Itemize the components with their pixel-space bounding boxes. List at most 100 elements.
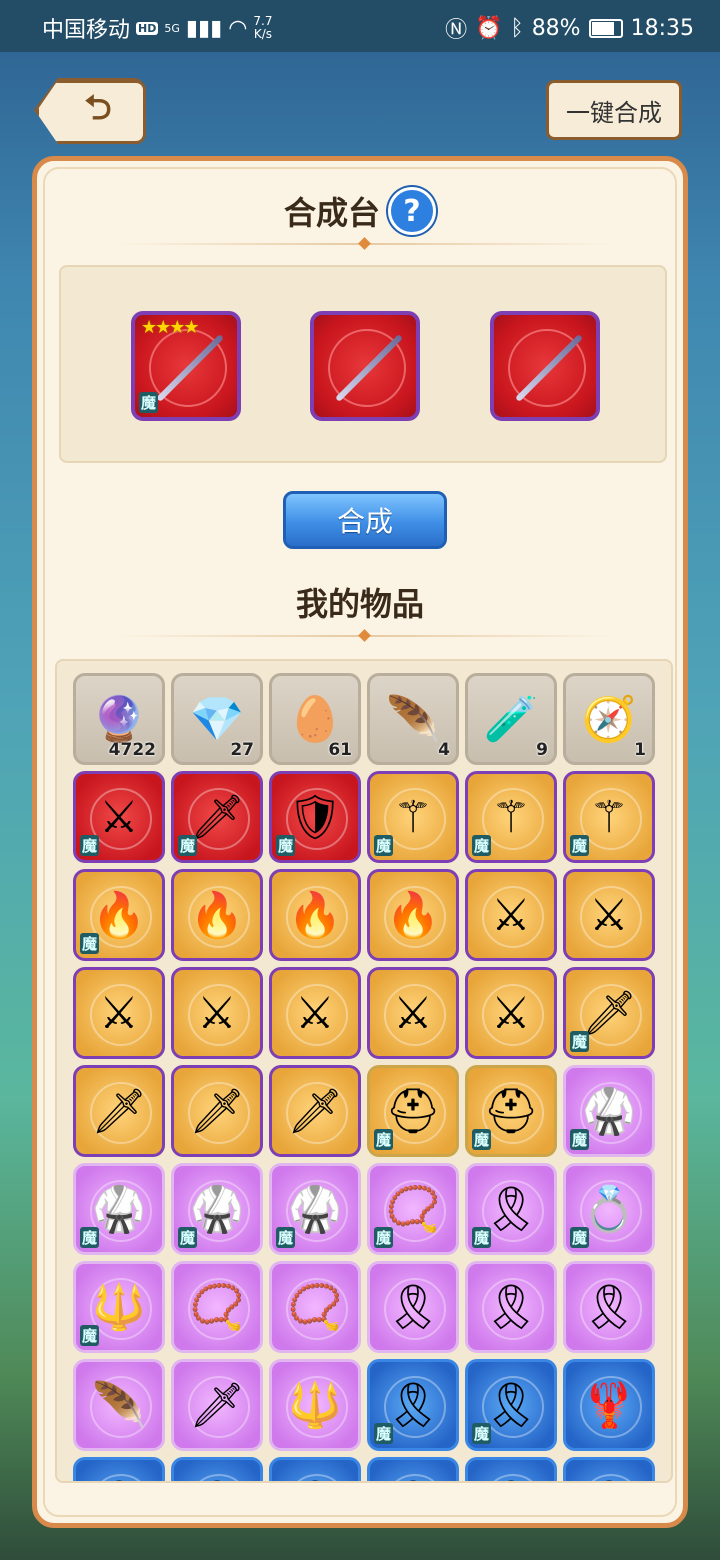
red-belt-icon: 🎗 <box>174 1460 260 1481</box>
onekey-synthesis-button[interactable]: 一键合成 <box>546 80 682 140</box>
equipment-slot[interactable]: 🪶 <box>73 1359 165 1451</box>
equipment-slot[interactable]: ⚔ <box>367 967 459 1059</box>
equipment-slot[interactable]: 🎗 魔 <box>465 1359 557 1451</box>
mo-badge: 魔 <box>178 1227 198 1248</box>
mo-badge: 魔 <box>472 1129 492 1150</box>
equipment-slot[interactable]: 🎗 魔 <box>367 1359 459 1451</box>
equipment-slot[interactable]: 📿 <box>171 1261 263 1353</box>
equipment-slot[interactable]: 🎗 <box>563 1261 655 1353</box>
equipment-slot[interactable]: 🥋 魔 <box>563 1065 655 1157</box>
equipment-slot[interactable]: 🎗 <box>563 1457 655 1481</box>
equipment-slot[interactable]: ⚚ 魔 <box>465 771 557 863</box>
material-slot[interactable]: 🥚 61 <box>269 673 361 765</box>
material-slot[interactable]: 💎 27 <box>171 673 263 765</box>
mo-badge: 魔 <box>80 835 100 856</box>
alarm-icon: ⏰ <box>475 15 503 41</box>
feather-blade-icon: 🪶 <box>91 1380 147 1431</box>
fang-necklace-icon: 📿 <box>189 1282 245 1333</box>
mo-badge: 魔 <box>472 1227 492 1248</box>
equipment-slot[interactable]: ⛑ 魔 <box>367 1065 459 1157</box>
crafting-title: 合成台 <box>283 194 380 232</box>
equipment-slot[interactable]: 🗡 <box>269 1065 361 1157</box>
mo-badge: 魔 <box>276 1227 296 1248</box>
mo-badge: 魔 <box>570 835 590 856</box>
status-right: Ⓝ ⏰ ᛒ 88% 18:35 <box>445 12 694 44</box>
mo-badge: 魔 <box>374 1423 394 1444</box>
equipment-slot[interactable]: 📿 <box>269 1261 361 1353</box>
inventory-grid: 🔮 4722 💎 27 🥚 61 🪶 4 🧪 9 🧭 1 ⚔ 魔 🗡 魔 🛡 魔 ⚚ 魔 ⚚ 魔 ⚚ 魔 🔥 魔 🔥 🔥 🔥 ⚔ ⚔ ⚔ ⚔ ⚔ ⚔… <box>73 673 657 1481</box>
red-belt-icon: 🎗 <box>566 1460 652 1481</box>
equipment-slot[interactable]: 🗡 <box>171 1065 263 1157</box>
crystal-staff-icon: 🔱 <box>287 1380 343 1431</box>
star-rating: ★★★★ <box>141 317 200 338</box>
crossed-blades-icon: ⚔ <box>589 889 629 941</box>
bluetooth-icon: ᛒ <box>510 15 524 41</box>
equipment-slot[interactable]: ⚚ 魔 <box>367 771 459 863</box>
red-belt-icon: 🎗 <box>272 1460 358 1481</box>
equipment-slot[interactable]: 🎗 <box>465 1457 557 1481</box>
equipment-slot[interactable]: ⚔ <box>465 967 557 1059</box>
equipment-slot[interactable]: ⚔ <box>563 869 655 961</box>
mo-badge: 魔 <box>80 1325 100 1346</box>
purple-sword-icon: 🗡 <box>287 1086 343 1137</box>
equipment-slot[interactable]: 🗡 <box>73 1065 165 1157</box>
equipment-slot[interactable]: 🎗 <box>73 1457 165 1481</box>
equipment-slot[interactable]: 🔥 <box>171 869 263 961</box>
equipment-slot[interactable]: 🔱 <box>269 1359 361 1451</box>
equipment-slot[interactable]: 🗡 <box>171 1359 263 1451</box>
equipment-slot[interactable]: 🎗 <box>465 1261 557 1353</box>
clock: 18:35 <box>630 15 694 41</box>
equipment-slot[interactable]: ⛑ 魔 <box>465 1065 557 1157</box>
equipment-slot[interactable]: ⚔ <box>171 967 263 1059</box>
synthesize-button[interactable]: 合成 <box>283 491 447 549</box>
equipment-slot[interactable]: 📿 魔 <box>367 1163 459 1255</box>
status-bar: 中国移动 HD 5G ▮▮▮ ◠ 7.7 K/s Ⓝ ⏰ ᛒ 88% 18:35 <box>0 0 720 52</box>
flame-sword-icon: 🔥 <box>189 890 245 941</box>
equipment-slot[interactable]: ⚔ <box>269 967 361 1059</box>
inventory-area[interactable]: 🔮 4722 💎 27 🥚 61 🪶 4 🧪 9 🧭 1 ⚔ 魔 🗡 魔 🛡 魔 ⚚ 魔 ⚚ 魔 ⚚ 魔 🔥 魔 🔥 🔥 🔥 ⚔ ⚔ ⚔ ⚔ ⚔ ⚔… <box>55 659 673 1483</box>
craft-slot-3[interactable] <box>490 311 600 421</box>
status-left: 中国移动 HD 5G ▮▮▮ ◠ 7.7 K/s <box>42 12 273 44</box>
craft-slot-2[interactable] <box>310 311 420 421</box>
nfc-icon: Ⓝ <box>445 18 468 43</box>
equipment-slot[interactable]: 🗡 魔 <box>563 967 655 1059</box>
help-icon[interactable]: ? <box>388 187 436 235</box>
mo-badge: 魔 <box>178 835 198 856</box>
red-belt-icon: 🎗 <box>483 1282 539 1333</box>
equipment-slot[interactable]: 🎗 <box>171 1457 263 1481</box>
craft-slot-1[interactable]: ★★★★ 魔 <box>131 311 241 421</box>
equipment-slot[interactable]: ⚔ <box>73 967 165 1059</box>
purple-sword-icon: 🗡 <box>91 1086 147 1137</box>
equipment-slot[interactable]: 🦞 <box>563 1359 655 1451</box>
material-slot[interactable]: 🧪 9 <box>465 673 557 765</box>
equipment-slot[interactable]: ⚔ 魔 <box>73 771 165 863</box>
network-speed: 7.7 K/s <box>253 15 272 41</box>
equipment-slot[interactable]: 🎗 <box>269 1457 361 1481</box>
equipment-slot[interactable]: 🥋 魔 <box>171 1163 263 1255</box>
back-button[interactable]: ⮌ <box>36 80 146 144</box>
equipment-slot[interactable]: 🛡 魔 <box>269 771 361 863</box>
item-count: 4 <box>438 740 450 760</box>
flame-sword-icon: 🔥 <box>385 890 441 941</box>
equipment-slot[interactable]: 💍 魔 <box>563 1163 655 1255</box>
equipment-slot[interactable]: 🎗 <box>367 1261 459 1353</box>
equipment-slot[interactable]: 🔥 <box>367 869 459 961</box>
carrier-label: 中国移动 <box>42 18 131 43</box>
fang-necklace-icon: 📿 <box>287 1282 343 1333</box>
material-slot[interactable]: 🧭 1 <box>563 673 655 765</box>
equipment-slot[interactable]: 🗡 魔 <box>171 771 263 863</box>
equipment-slot[interactable]: 🔥 魔 <box>73 869 165 961</box>
equipment-slot[interactable]: ⚔ <box>465 869 557 961</box>
equipment-slot[interactable]: 🥋 魔 <box>269 1163 361 1255</box>
equipment-slot[interactable]: 🔥 <box>269 869 361 961</box>
equipment-slot[interactable]: 🎗 魔 <box>465 1163 557 1255</box>
undo-arrow-icon: ⮌ <box>84 87 112 128</box>
equipment-slot[interactable]: ⚚ 魔 <box>563 771 655 863</box>
material-slot[interactable]: 🔮 4722 <box>73 673 165 765</box>
crossed-blades-icon: ⚔ <box>393 987 433 1039</box>
equipment-slot[interactable]: 🔱 魔 <box>73 1261 165 1353</box>
red-belt-icon: 🎗 <box>370 1460 456 1481</box>
material-slot[interactable]: 🪶 4 <box>367 673 459 765</box>
equipment-slot[interactable]: 🎗 <box>367 1457 459 1481</box>
equipment-slot[interactable]: 🥋 魔 <box>73 1163 165 1255</box>
